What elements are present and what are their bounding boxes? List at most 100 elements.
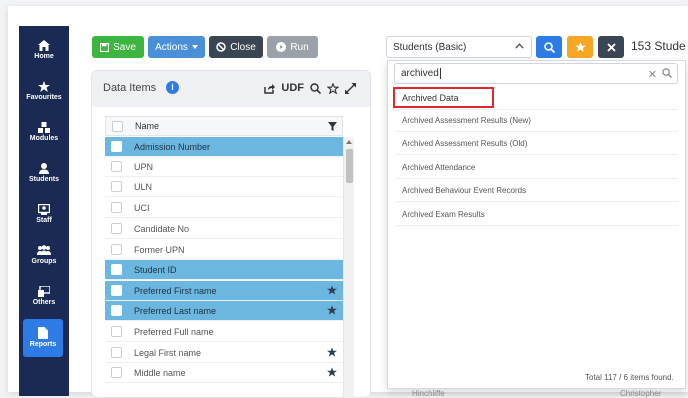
favourite-star-icon[interactable]	[327, 347, 337, 357]
row-checkbox[interactable]	[111, 223, 122, 234]
list-item[interactable]: UCI	[105, 198, 343, 218]
report-type-select[interactable]: Students (Basic)	[386, 36, 532, 58]
row-checkbox[interactable]	[111, 347, 122, 358]
row-checkbox[interactable]	[111, 285, 122, 296]
sidebar: Home Favourites Modules Students Staff G…	[19, 26, 69, 396]
background-cell: Hinchliffe	[412, 389, 445, 398]
list-item[interactable]: Preferred First name	[105, 281, 343, 301]
caret-down-icon	[191, 45, 198, 49]
clear-button[interactable]	[598, 36, 624, 58]
udf-button[interactable]: UDF	[281, 82, 304, 94]
dropdown-option[interactable]: Archived Attendance	[395, 156, 678, 179]
groups-icon	[37, 245, 51, 255]
close-button[interactable]: Close	[209, 36, 263, 58]
actions-dropdown-button[interactable]: Actions	[148, 36, 205, 58]
sidebar-item-staff[interactable]: Staff	[19, 204, 69, 224]
row-checkbox[interactable]	[111, 264, 122, 275]
list-item[interactable]: Candidate No	[105, 219, 343, 239]
list-item[interactable]: ULN	[105, 177, 343, 197]
sidebar-item-label: Reports	[29, 341, 57, 348]
row-label: Candidate No	[134, 223, 190, 234]
row-checkbox[interactable]	[111, 244, 122, 255]
close-label: Close	[230, 41, 256, 53]
option-label: Archived Assessment Results (Old)	[402, 138, 528, 148]
row-label: UPN	[134, 161, 154, 172]
clear-search-icon[interactable]: ✕	[648, 68, 657, 81]
list-item[interactable]: Former UPN	[105, 240, 343, 260]
sidebar-item-groups[interactable]: Groups	[19, 245, 69, 265]
save-icon	[100, 42, 110, 52]
dropdown-option[interactable]: Archived Behaviour Event Records	[395, 179, 678, 202]
row-checkbox[interactable]	[111, 202, 122, 213]
row-checkbox[interactable]	[111, 305, 122, 316]
sidebar-item-students[interactable]: Students	[19, 163, 69, 183]
select-all-checkbox[interactable]	[112, 120, 123, 132]
row-checkbox[interactable]	[111, 367, 122, 378]
sidebar-item-home[interactable]: Home	[19, 40, 69, 60]
panel-tools: UDF	[264, 82, 356, 94]
scroll-thumb[interactable]	[346, 149, 353, 183]
list-scrollbar[interactable]	[343, 137, 354, 398]
close-icon	[606, 42, 616, 52]
list-item[interactable]: Preferred Last name	[105, 301, 343, 321]
list-item[interactable]: Student ID	[105, 260, 343, 280]
sidebar-item-reports[interactable]: Reports	[23, 319, 63, 357]
save-button[interactable]: Save	[92, 36, 144, 58]
list-item[interactable]: UPN	[105, 157, 343, 177]
staff-icon	[38, 204, 50, 215]
others-icon	[38, 286, 50, 297]
search-icon	[543, 41, 555, 53]
option-label: Archived Assessment Results (New)	[402, 115, 531, 125]
option-label: Archived Exam Results	[402, 209, 485, 219]
favourite-star-icon[interactable]	[327, 305, 337, 315]
search-button[interactable]	[536, 36, 562, 58]
row-label: Preferred Full name	[134, 326, 214, 337]
text-cursor	[439, 68, 441, 79]
star-outline-icon[interactable]	[327, 82, 339, 94]
list-item[interactable]: Middle name	[105, 363, 343, 383]
select-value: Students (Basic)	[393, 41, 467, 53]
favourite-star-icon[interactable]	[327, 367, 337, 377]
favourite-star-icon[interactable]	[327, 285, 337, 295]
list-item[interactable]: Admission Number	[105, 137, 343, 157]
option-label: Archived Attendance	[402, 162, 476, 172]
dropdown-option[interactable]: Archived Exam Results	[395, 203, 678, 226]
actions-label: Actions	[155, 41, 188, 53]
sidebar-item-others[interactable]: Others	[19, 286, 69, 306]
row-label: Admission Number	[134, 141, 211, 152]
save-label: Save	[113, 41, 136, 53]
expand-icon[interactable]	[345, 82, 356, 94]
row-checkbox[interactable]	[111, 161, 122, 172]
row-label: Preferred First name	[134, 285, 217, 296]
option-label: Archived Behaviour Event Records	[402, 185, 527, 195]
row-checkbox[interactable]	[111, 326, 122, 337]
dropdown-search-input[interactable]: archived ✕	[394, 63, 678, 84]
info-icon[interactable]: i	[166, 81, 179, 94]
play-icon	[276, 42, 287, 52]
reports-icon	[38, 327, 48, 339]
filter-icon[interactable]	[328, 122, 337, 131]
chevron-up-icon	[515, 43, 524, 49]
list-item[interactable]: Legal First name	[105, 343, 343, 363]
background-cell: Christopher	[620, 389, 662, 398]
row-checkbox[interactable]	[111, 181, 122, 192]
panel-header: Data Items i UDF	[92, 71, 370, 107]
search-icon[interactable]	[310, 82, 321, 94]
row-checkbox[interactable]	[111, 141, 122, 152]
row-label: UCI	[134, 202, 150, 213]
list-item[interactable]: Preferred Full name	[105, 322, 343, 342]
dropdown-option[interactable]: Archived Assessment Results (New)	[395, 109, 678, 132]
dropdown-option[interactable]: Archived Assessment Results (Old)	[395, 132, 678, 155]
search-icon	[662, 68, 672, 78]
sidebar-item-label: Modules	[29, 135, 59, 142]
scroll-up-arrow-icon[interactable]	[346, 140, 352, 144]
app-screen: Home Favourites Modules Students Staff G…	[0, 0, 688, 398]
sidebar-item-modules[interactable]: Modules	[19, 122, 69, 142]
row-label: Former UPN	[134, 244, 185, 255]
sidebar-item-label: Groups	[31, 258, 57, 265]
favourite-button[interactable]	[567, 36, 593, 58]
sidebar-item-label: Others	[32, 299, 56, 306]
export-icon[interactable]	[264, 83, 276, 94]
run-button[interactable]: Run	[267, 36, 318, 58]
sidebar-item-favourites[interactable]: Favourites	[19, 81, 69, 101]
